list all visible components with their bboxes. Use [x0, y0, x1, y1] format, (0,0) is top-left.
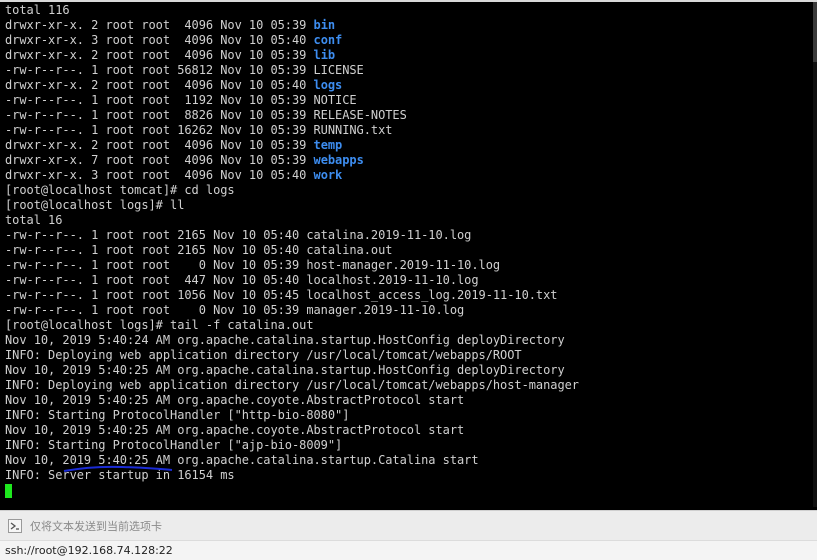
terminal-line-text: INFO: Deploying web application director…	[5, 378, 579, 392]
annotation-underline	[63, 465, 173, 472]
terminal-line-text: -rw-r--r--. 1 root root 0 Nov 10 05:39 m…	[5, 303, 465, 317]
terminal-line-text: [root@localhost logs]# ll	[5, 198, 185, 212]
terminal-line-text: Nov 10, 2019 5:40:24 AM org.apache.catal…	[5, 333, 565, 347]
terminal-line-text: -rw-r--r--. 1 root root 16262 Nov 10 05:…	[5, 123, 393, 137]
connection-status: ssh://root@192.168.74.128:22	[5, 544, 173, 557]
terminal-line: INFO: Deploying web application director…	[5, 348, 812, 363]
terminal-line: [root@localhost logs]# tail -f catalina.…	[5, 318, 812, 333]
terminal-line-text: Nov 10, 2019 5:40:25 AM org.apache.coyot…	[5, 423, 465, 437]
terminal-line: total 116	[5, 3, 812, 18]
terminal-line: -rw-r--r--. 1 root root 2165 Nov 10 05:4…	[5, 228, 812, 243]
terminal-line-text: -rw-r--r--. 1 root root 56812 Nov 10 05:…	[5, 63, 364, 77]
terminal-line: total 16	[5, 213, 812, 228]
terminal-line-text: [root@localhost logs]# tail -f catalina.…	[5, 318, 314, 332]
directory-name: logs	[313, 78, 343, 92]
directory-name: webapps	[313, 153, 364, 167]
terminal-line: -rw-r--r--. 1 root root 8826 Nov 10 05:3…	[5, 108, 812, 123]
terminal-line-text: INFO: Starting ProtocolHandler ["http-bi…	[5, 408, 350, 422]
terminal-line: drwxr-xr-x. 3 root root 4096 Nov 10 05:4…	[5, 168, 812, 183]
terminal-line-text: INFO: Deploying web application director…	[5, 348, 522, 362]
directory-name: lib	[313, 48, 336, 62]
terminal-line: drwxr-xr-x. 2 root root 4096 Nov 10 05:3…	[5, 48, 812, 63]
terminal-line-text: -rw-r--r--. 1 root root 447 Nov 10 05:40…	[5, 273, 479, 287]
terminal-line: drwxr-xr-x. 2 root root 4096 Nov 10 05:3…	[5, 18, 812, 33]
terminal-line-text: total 116	[5, 3, 70, 17]
terminal-line: -rw-r--r--. 1 root root 0 Nov 10 05:39 h…	[5, 258, 812, 273]
terminal-line: -rw-r--r--. 1 root root 56812 Nov 10 05:…	[5, 63, 812, 78]
terminal-line-prefix: drwxr-xr-x. 2 root root 4096 Nov 10 05:3…	[5, 18, 314, 32]
terminal-line: Nov 10, 2019 5:40:24 AM org.apache.catal…	[5, 333, 812, 348]
directory-name: temp	[313, 138, 343, 152]
terminal-cursor-line	[5, 483, 812, 498]
terminal-line-prefix: drwxr-xr-x. 7 root root 4096 Nov 10 05:3…	[5, 153, 314, 167]
terminal-line: drwxr-xr-x. 7 root root 4096 Nov 10 05:3…	[5, 153, 812, 168]
terminal-line-text: -rw-r--r--. 1 root root 2165 Nov 10 05:4…	[5, 228, 472, 242]
terminal-line-text: -rw-r--r--. 1 root root 1056 Nov 10 05:4…	[5, 288, 558, 302]
window-top-edge	[0, 0, 817, 2]
terminal-scrollbar-thumb[interactable]	[813, 2, 817, 62]
terminal-line: -rw-r--r--. 1 root root 16262 Nov 10 05:…	[5, 123, 812, 138]
terminal-line-prefix: drwxr-xr-x. 2 root root 4096 Nov 10 05:4…	[5, 78, 314, 92]
terminal-line-text: INFO: Starting ProtocolHandler ["ajp-bio…	[5, 438, 343, 452]
send-to-tab-bar[interactable]: 仅将文本发送到当前选项卡	[0, 510, 817, 540]
terminal-line-text: Nov 10, 2019 5:40:25 AM org.apache.coyot…	[5, 393, 465, 407]
terminal-line-prefix: drwxr-xr-x. 3 root root 4096 Nov 10 05:4…	[5, 33, 314, 47]
terminal-line-text: Nov 10, 2019 5:40:25 AM org.apache.catal…	[5, 363, 565, 377]
directory-name: work	[313, 168, 343, 182]
terminal-line: -rw-r--r--. 1 root root 447 Nov 10 05:40…	[5, 273, 812, 288]
terminal-line-text: -rw-r--r--. 1 root root 2165 Nov 10 05:4…	[5, 243, 393, 257]
terminal-line: [root@localhost logs]# ll	[5, 198, 812, 213]
terminal-line-prefix: drwxr-xr-x. 3 root root 4096 Nov 10 05:4…	[5, 168, 314, 182]
terminal-line: -rw-r--r--. 1 root root 1056 Nov 10 05:4…	[5, 288, 812, 303]
terminal-line-prefix: drwxr-xr-x. 2 root root 4096 Nov 10 05:3…	[5, 48, 314, 62]
terminal-line: INFO: Starting ProtocolHandler ["http-bi…	[5, 408, 812, 423]
terminal-line: Nov 10, 2019 5:40:25 AM org.apache.catal…	[5, 363, 812, 378]
terminal-line: Nov 10, 2019 5:40:25 AM org.apache.coyot…	[5, 423, 812, 438]
terminal-line-prefix: drwxr-xr-x. 2 root root 4096 Nov 10 05:3…	[5, 138, 314, 152]
terminal-line: drwxr-xr-x. 3 root root 4096 Nov 10 05:4…	[5, 33, 812, 48]
terminal-cursor	[5, 484, 12, 498]
terminal-line: -rw-r--r--. 1 root root 1192 Nov 10 05:3…	[5, 93, 812, 108]
terminal-line: -rw-r--r--. 1 root root 2165 Nov 10 05:4…	[5, 243, 812, 258]
terminal-line-text: -rw-r--r--. 1 root root 8826 Nov 10 05:3…	[5, 108, 407, 122]
terminal-scrollbar[interactable]	[813, 2, 817, 507]
terminal-line: INFO: Starting ProtocolHandler ["ajp-bio…	[5, 438, 812, 453]
send-input-icon	[8, 518, 22, 533]
terminal-line-text: -rw-r--r--. 1 root root 0 Nov 10 05:39 h…	[5, 258, 501, 272]
directory-name: bin	[313, 18, 336, 32]
send-input-placeholder[interactable]: 仅将文本发送到当前选项卡	[30, 518, 162, 534]
directory-name: conf	[313, 33, 343, 47]
terminal-line: INFO: Deploying web application director…	[5, 378, 812, 393]
terminal-line: drwxr-xr-x. 2 root root 4096 Nov 10 05:4…	[5, 78, 812, 93]
terminal-line: Nov 10, 2019 5:40:25 AM org.apache.coyot…	[5, 393, 812, 408]
status-bar: ssh://root@192.168.74.128:22	[0, 540, 817, 560]
terminal-line-text: -rw-r--r--. 1 root root 1192 Nov 10 05:3…	[5, 93, 357, 107]
terminal-line: -rw-r--r--. 1 root root 0 Nov 10 05:39 m…	[5, 303, 812, 318]
terminal-line: [root@localhost tomcat]# cd logs	[5, 183, 812, 198]
terminal-line-text: [root@localhost tomcat]# cd logs	[5, 183, 235, 197]
terminal-line: drwxr-xr-x. 2 root root 4096 Nov 10 05:3…	[5, 138, 812, 153]
terminal-line-text: total 16	[5, 213, 63, 227]
terminal-output[interactable]: total 116 drwxr-xr-x. 2 root root 4096 No…	[0, 3, 812, 508]
